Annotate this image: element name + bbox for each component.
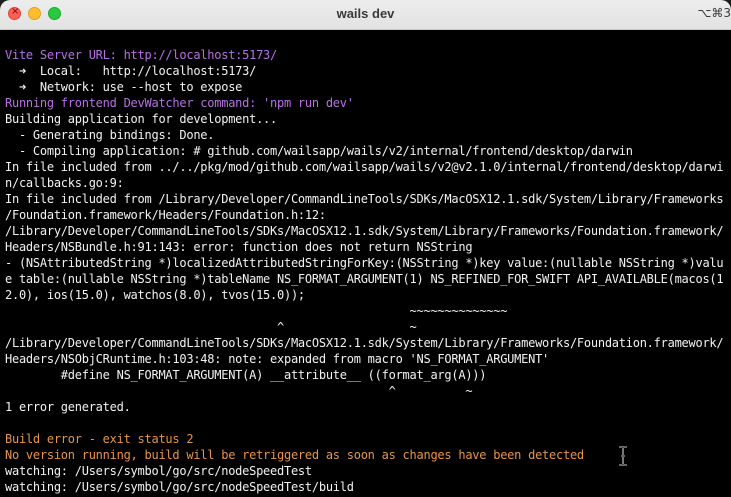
- window-title: wails dev: [336, 6, 395, 21]
- terminal-window: × wails dev ⌥⌘3 Vite Server URL: http://…: [0, 0, 731, 497]
- terminal-line: - Generating bindings: Done.: [5, 128, 215, 142]
- terminal-line: /Foundation.framework/Headers/Foundation…: [5, 208, 326, 222]
- terminal-line: Headers/NSBundle.h:91:143: error: functi…: [5, 240, 473, 254]
- terminal-line: ^ ~: [5, 320, 417, 334]
- terminal-line: ➜ Network: use --host to expose: [5, 80, 243, 94]
- terminal-line: ~~~~~~~~~~~~~~: [5, 304, 508, 318]
- terminal-line: - Compiling application: # github.com/wa…: [5, 144, 633, 158]
- terminal-line: e table:(nullable NSString *)tableName N…: [5, 272, 724, 286]
- terminal-line: 2.0), ios(15.0), watchos(8.0), tvos(15.0…: [5, 288, 305, 302]
- terminal-line: 1 error generated.: [5, 400, 131, 414]
- terminal-line: - (NSAttributedString *)localizedAttribu…: [5, 256, 724, 270]
- terminal-line: In file included from ../../pkg/mod/gith…: [5, 160, 724, 174]
- terminal-line: Building application for development...: [5, 112, 278, 126]
- terminal-line: watching: /Users/symbol/go/src/nodeSpeed…: [5, 480, 354, 494]
- terminal-line: Running frontend DevWatcher command: 'np…: [5, 96, 354, 110]
- text-cursor-icon: [619, 446, 627, 466]
- terminal-line: Headers/NSObjCRuntime.h:103:48: note: ex…: [5, 352, 550, 366]
- terminal-line: #define NS_FORMAT_ARGUMENT(A) __attribut…: [5, 368, 487, 382]
- terminal-line: Vite Server URL: http://localhost:5173/: [5, 48, 278, 62]
- terminal-line: ➜ Local: http://localhost:5173/: [5, 64, 257, 78]
- terminal-line: /Library/Developer/CommandLineTools/SDKs…: [5, 224, 724, 238]
- terminal-line: /Library/Developer/CommandLineTools/SDKs…: [5, 336, 724, 350]
- window-shortcut: ⌥⌘3: [697, 6, 731, 20]
- terminal-line: In file included from /Library/Developer…: [5, 192, 724, 206]
- title-bar[interactable]: × wails dev ⌥⌘3: [0, 0, 731, 30]
- terminal-line: n/callbacks.go:9:: [5, 176, 124, 190]
- terminal-line: ^ ~: [5, 384, 473, 398]
- terminal-lines: Vite Server URL: http://localhost:5173/ …: [5, 47, 727, 495]
- terminal-output[interactable]: Vite Server URL: http://localhost:5173/ …: [0, 30, 731, 497]
- terminal-line: Build error - exit status 2: [5, 432, 194, 446]
